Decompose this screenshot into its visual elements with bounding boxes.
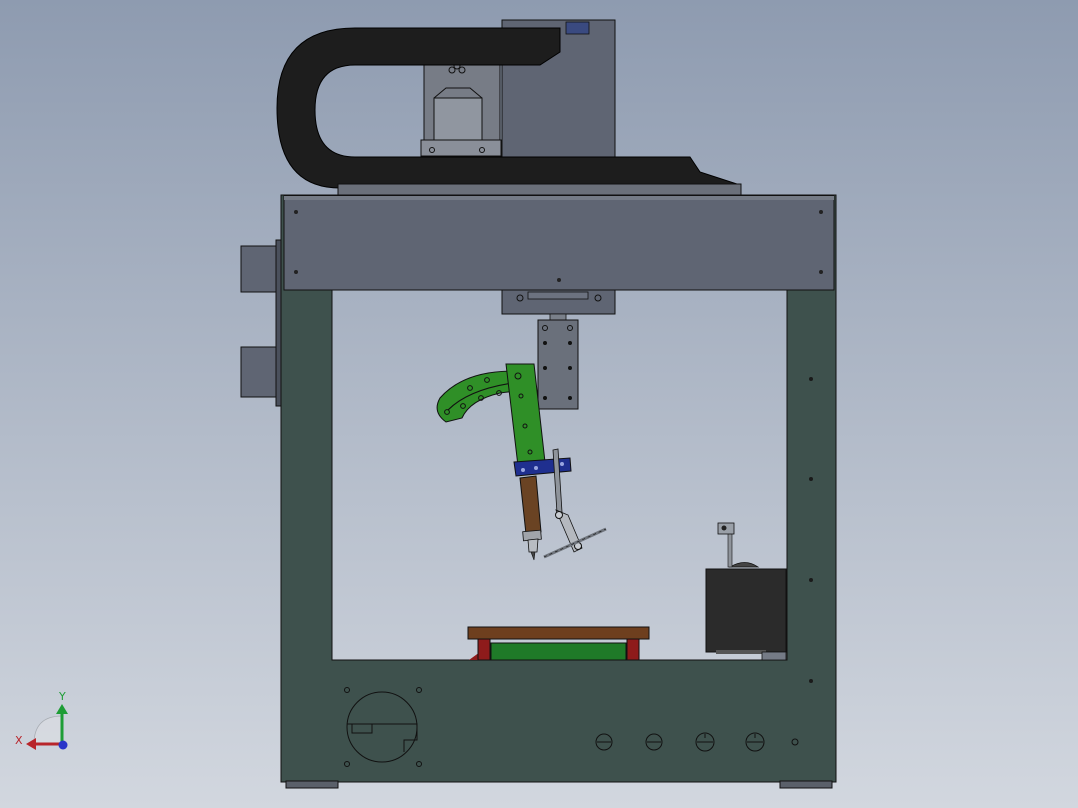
beam-screw bbox=[819, 210, 823, 214]
beam-screw bbox=[294, 270, 298, 274]
link-pivot bbox=[555, 511, 563, 519]
post-clamp-screw bbox=[721, 525, 727, 531]
x-axis-label: X bbox=[15, 734, 23, 747]
mount-screw bbox=[543, 341, 547, 345]
fixture-leg-right bbox=[626, 637, 640, 661]
work-fixture bbox=[467, 626, 650, 661]
assembly-drawing: Y X bbox=[0, 0, 1078, 808]
clamp-screw bbox=[521, 468, 525, 472]
frame-screw bbox=[809, 477, 813, 481]
fixture-leg-left bbox=[477, 637, 491, 661]
fixture-top-plate bbox=[467, 626, 650, 640]
chain-bracket-window bbox=[433, 97, 483, 143]
chain-tray bbox=[337, 183, 742, 196]
frame-screw bbox=[809, 679, 813, 683]
mount-screw bbox=[568, 366, 572, 370]
feeder-mount bbox=[761, 651, 787, 661]
beam-screw bbox=[294, 210, 298, 214]
iron-tip-holder bbox=[527, 538, 539, 553]
z-axis-label-plate bbox=[565, 21, 590, 35]
foot-right bbox=[779, 780, 833, 789]
iron-collar bbox=[522, 529, 542, 542]
frame-screw bbox=[809, 377, 813, 381]
beam-screw bbox=[557, 278, 561, 282]
clamp-screw bbox=[560, 462, 564, 466]
feeder-box bbox=[705, 568, 787, 653]
z-axis-dot bbox=[58, 740, 68, 750]
carriage-slot bbox=[527, 291, 589, 300]
mount-screw bbox=[543, 366, 547, 370]
beam-screw bbox=[819, 270, 823, 274]
feeder-base bbox=[716, 650, 766, 654]
foot-left bbox=[285, 780, 339, 789]
gantry-beam-top-edge bbox=[284, 196, 834, 200]
gantry-beam bbox=[283, 195, 835, 291]
clamp-screw bbox=[534, 466, 538, 470]
feeder-post bbox=[727, 530, 733, 568]
mount-screw bbox=[568, 396, 572, 400]
mount-screw bbox=[568, 341, 572, 345]
mount-screw bbox=[543, 396, 547, 400]
pcb-board bbox=[490, 642, 627, 661]
mount-plate bbox=[537, 319, 579, 410]
y-axis-label: Y bbox=[58, 690, 66, 703]
cad-viewport[interactable]: Y X bbox=[0, 0, 1078, 808]
frame-screw bbox=[809, 578, 813, 582]
